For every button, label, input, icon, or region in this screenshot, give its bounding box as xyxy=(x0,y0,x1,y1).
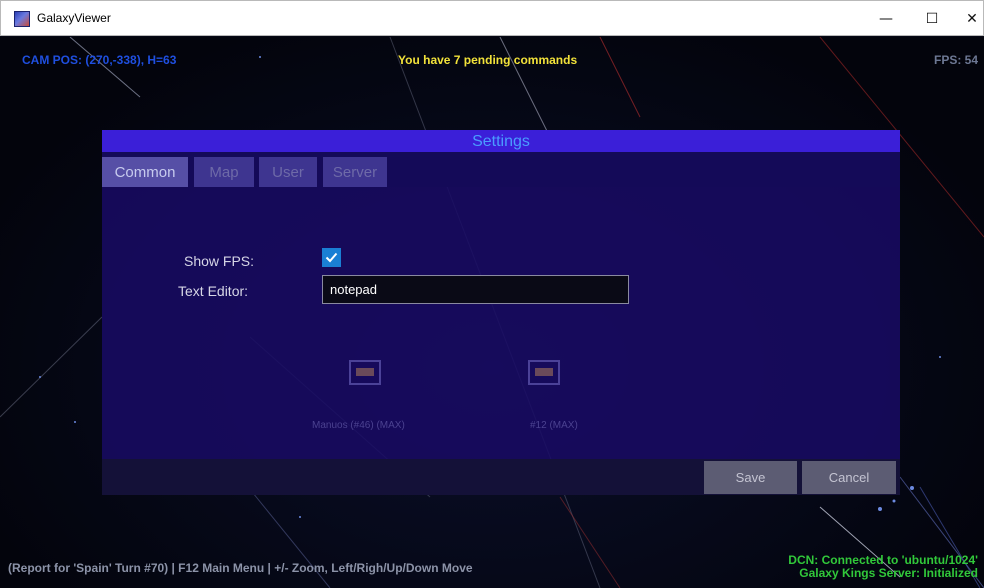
show-fps-label: Show FPS: xyxy=(184,253,255,269)
minimize-button[interactable]: — xyxy=(863,1,909,37)
minimize-icon: — xyxy=(879,11,893,27)
tab-server[interactable]: Server xyxy=(323,157,387,187)
text-editor-label: Text Editor: xyxy=(178,283,249,299)
planet-marker xyxy=(528,360,560,385)
close-icon: ✕ xyxy=(966,11,978,27)
planet-marker xyxy=(349,360,381,385)
fps-readout: FPS: 54 xyxy=(933,53,978,67)
settings-header: Settings xyxy=(102,130,900,152)
planet-label: Manuos (#46) (MAX) xyxy=(312,420,405,431)
close-button[interactable]: ✕ xyxy=(949,1,984,37)
tab-user[interactable]: User xyxy=(259,157,317,187)
tab-map[interactable]: Map xyxy=(194,157,254,187)
report-status-line: (Report for 'Spain' Turn #70) | F12 Main… xyxy=(8,561,473,575)
pending-commands-notice: You have 7 pending commands xyxy=(398,53,578,67)
window-title: GalaxyViewer xyxy=(37,11,111,25)
connection-status: DCN: Connected to 'ubuntu/1024' Galaxy K… xyxy=(788,554,978,580)
show-fps-checkbox[interactable] xyxy=(322,248,341,267)
checkmark-icon xyxy=(325,252,338,263)
cancel-button[interactable]: Cancel xyxy=(802,461,896,494)
planet-label: #12 (MAX) xyxy=(530,420,578,431)
tab-common[interactable]: Common xyxy=(102,157,188,187)
camera-position-readout: CAM POS: (270,-338), H=63 xyxy=(22,53,177,67)
settings-tabbar: Common Map User Server xyxy=(102,152,900,187)
app-icon xyxy=(14,11,30,27)
settings-dialog: Settings Common Map User Server Show FPS… xyxy=(102,130,900,495)
server-status-line: Galaxy Kings Server: Initialized xyxy=(799,566,978,580)
settings-title: Settings xyxy=(472,133,530,150)
text-editor-input[interactable] xyxy=(322,275,629,304)
maximize-icon: ☐ xyxy=(925,11,939,27)
galaxy-viewport[interactable]: CAM POS: (270,-338), H=63 You have 7 pen… xyxy=(0,37,984,588)
save-button[interactable]: Save xyxy=(704,461,797,494)
title-bar: GalaxyViewer — ☐ ✕ xyxy=(0,0,984,36)
